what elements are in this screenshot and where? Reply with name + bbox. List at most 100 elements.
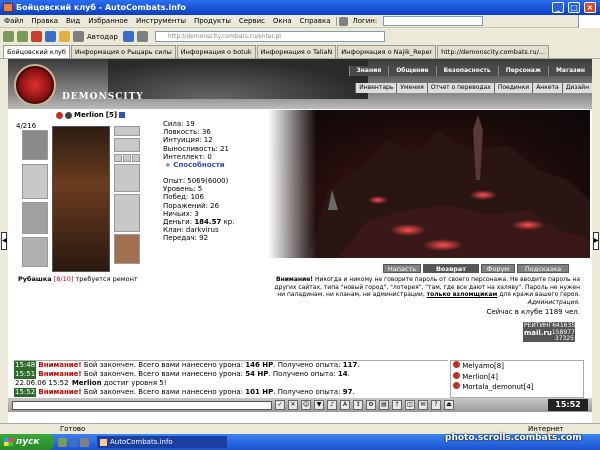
tab-info-4[interactable]: Информация о Najik_Reper [337, 45, 437, 58]
return-button[interactable]: Возврат [423, 264, 479, 273]
helmet-slot[interactable] [22, 130, 48, 160]
gear-icon[interactable]: ⚙ [366, 400, 376, 410]
belt-slot[interactable] [22, 237, 48, 267]
maximize-button[interactable]: □ [568, 2, 580, 13]
subnav-skills[interactable]: Умения [396, 83, 427, 93]
quicklaunch-icon[interactable] [58, 437, 67, 447]
menu-edit[interactable]: Правка [27, 17, 62, 25]
quicklaunch-desktop-icon[interactable] [80, 437, 89, 447]
exit-icon[interactable]: ⏏ [444, 400, 454, 410]
stop-icon[interactable] [31, 31, 42, 42]
login-input[interactable] [383, 16, 484, 26]
chat-input[interactable] [12, 400, 272, 410]
address-bar[interactable]: http://demonscity.combats.ru/enter.pl [154, 31, 385, 42]
rating-counter[interactable]: РЕЙТИНГ 64163574 mail.ru 1589779 37325 [523, 322, 583, 342]
autodar-label[interactable]: Автодар [87, 33, 118, 41]
nav-security[interactable]: Безопасность [435, 66, 498, 76]
tools-icon[interactable] [73, 31, 84, 42]
close-button[interactable]: × [584, 2, 596, 13]
star-icon[interactable] [59, 31, 70, 42]
filter-icon[interactable] [136, 31, 148, 42]
back-icon[interactable] [3, 31, 14, 42]
player-name[interactable]: Melyamo[8] [462, 362, 504, 370]
ring-slot-3[interactable] [132, 154, 140, 162]
menu-service[interactable]: Сервис [235, 17, 269, 25]
menu-tools[interactable]: Инструменты [132, 17, 190, 25]
weapon-slot[interactable] [22, 164, 48, 199]
sword-icon[interactable]: † [392, 400, 402, 410]
tab-info-2[interactable]: Информация о botuk [176, 45, 256, 58]
left-panel-arrow-icon[interactable]: ◀ [1, 232, 7, 250]
character-avatar[interactable] [52, 126, 110, 272]
warning-link[interactable]: только взломщикам [427, 291, 498, 298]
subnav-profile[interactable]: Анкета [532, 83, 562, 93]
sub-nav: Инвентарь Умения Отчет о переводах Поеди… [350, 83, 592, 93]
filter-icon[interactable]: ▼ [314, 400, 324, 410]
subnav-transfers[interactable]: Отчет о переводах [426, 83, 494, 93]
location-scene[interactable] [268, 110, 590, 258]
quicklaunch-ie-icon[interactable] [69, 437, 78, 447]
earring-slot[interactable] [114, 126, 140, 136]
chat-tail: . Получено опыта: [268, 370, 338, 378]
character-name-row: Merlion [5] [56, 111, 126, 119]
ring-slot-2[interactable] [123, 154, 131, 162]
nav-shop[interactable]: Магазин [547, 66, 592, 76]
forum-button[interactable]: Форум [481, 264, 515, 273]
ring-slot-1[interactable] [114, 154, 122, 162]
chat-text: достиг уровня 5! [101, 379, 167, 387]
subnav-duels[interactable]: Поединки [493, 83, 533, 93]
gloves-slot[interactable] [114, 164, 140, 192]
player-item[interactable]: Merlion[4] [453, 371, 583, 383]
player-item[interactable]: Mortala_demonut[4] [453, 382, 583, 393]
chat-nick[interactable]: Merlion [72, 379, 102, 387]
refresh-icon[interactable] [45, 31, 56, 42]
home-icon[interactable] [339, 16, 349, 26]
mail-icon[interactable]: ✉ [418, 400, 428, 410]
nav-knowledge[interactable]: Знания [348, 66, 389, 76]
attack-button[interactable]: Напасть [383, 264, 421, 273]
info-icon[interactable] [119, 112, 126, 118]
taskbar-item[interactable]: AutoCombats.info [97, 436, 227, 448]
speaker-icon[interactable]: ♪ [327, 400, 337, 410]
start-button[interactable]: пуск [0, 434, 54, 450]
menu-view[interactable]: Вид [62, 17, 84, 25]
book-icon[interactable]: ▤ [379, 400, 389, 410]
scroll-icon[interactable]: ↕ [353, 400, 363, 410]
menu-products[interactable]: Продукты [190, 17, 235, 25]
tab-url[interactable]: http://demonscity.combats.ru/... [437, 45, 550, 58]
menu-help[interactable]: Справка [296, 17, 335, 25]
smiles-icon[interactable]: ☺ [301, 400, 311, 410]
player-name[interactable]: Merlion[4] [462, 373, 498, 381]
player-item[interactable]: Melyamo[8] [453, 361, 583, 372]
offhand-slot[interactable] [114, 194, 140, 232]
map-icon[interactable]: ◫ [405, 400, 415, 410]
menu-windows[interactable]: Окна [269, 17, 296, 25]
nav-character[interactable]: Персонаж [497, 66, 548, 76]
boots-slot[interactable] [114, 234, 140, 264]
minimize-button[interactable]: _ [552, 2, 564, 13]
menu-file[interactable]: Файл [0, 17, 27, 25]
chat-log[interactable]: 15:48 Внимание! Бой закончен. Всего вами… [14, 360, 448, 398]
send-icon[interactable]: ✓ [275, 400, 285, 410]
menu-favorites[interactable]: Избранное [84, 17, 132, 25]
subnav-design[interactable]: Дизайн [561, 83, 592, 93]
quest-icon[interactable]: ? [431, 400, 441, 410]
armor-slot[interactable] [22, 202, 48, 234]
translit-icon[interactable]: A [340, 400, 350, 410]
right-panel-arrow-icon[interactable]: ▶ [593, 232, 599, 250]
nav-communication[interactable]: Общение [388, 66, 435, 76]
amulet-slot[interactable] [114, 138, 140, 152]
tab-info-1[interactable]: Информация о Рыцарь силы [70, 45, 176, 58]
subnav-inventory[interactable]: Инвентарь [355, 83, 397, 93]
hint-button[interactable]: Подсказка [517, 264, 569, 273]
save-icon[interactable] [122, 31, 134, 42]
chat-hp: 54 HP [245, 370, 269, 378]
clear-icon[interactable]: ✕ [288, 400, 298, 410]
tab-fight-club[interactable]: Бойцовский клуб [3, 45, 70, 58]
tab-info-3[interactable]: Информация о TaliaN [256, 45, 337, 58]
abilities-link[interactable]: + Способности [163, 161, 265, 169]
player-name[interactable]: Mortala_demonut[4] [462, 383, 533, 391]
character-nick[interactable]: Merlion [74, 111, 104, 119]
stat-intuition: Интуиция: 12 [163, 136, 213, 145]
forward-icon[interactable] [17, 31, 28, 42]
